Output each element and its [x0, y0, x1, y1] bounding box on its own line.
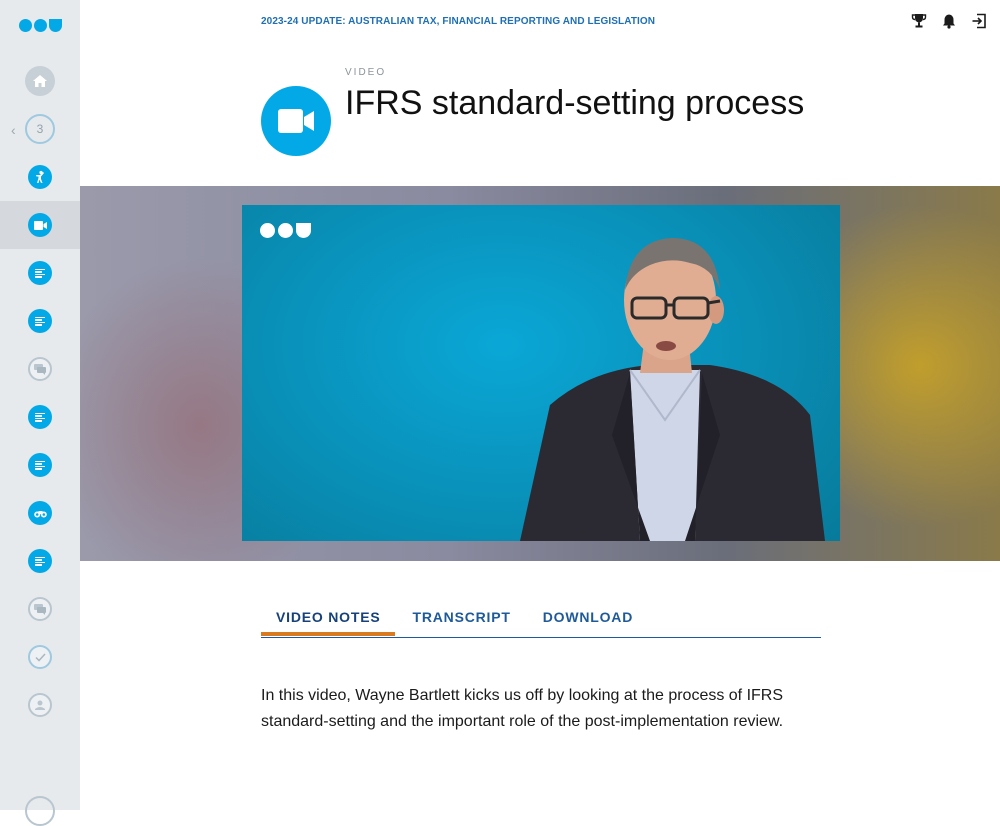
- sidebar-item-document[interactable]: [0, 537, 80, 585]
- brand-logo[interactable]: [19, 19, 63, 35]
- video-camera-icon: [261, 86, 331, 156]
- page-title: IFRS standard-setting process: [345, 84, 805, 122]
- logout-icon[interactable]: [970, 12, 988, 30]
- course-title[interactable]: 2023-24 UPDATE: AUSTRALIAN TAX, FINANCIA…: [261, 16, 655, 27]
- content-tabs: VIDEO NOTES TRANSCRIPT DOWNLOAD: [261, 604, 821, 638]
- video-watermark-logo: [260, 223, 314, 239]
- module-progress-ring-icon: 3: [25, 114, 55, 144]
- trophy-icon[interactable]: [910, 12, 928, 30]
- sidebar-item-binoculars[interactable]: [0, 489, 80, 537]
- content-type-label: VIDEO: [345, 67, 387, 78]
- sidebar-home[interactable]: [0, 57, 80, 105]
- discussion-icon: [28, 597, 52, 621]
- video-section: [80, 186, 1000, 561]
- sidebar-item-activity[interactable]: [0, 153, 80, 201]
- sidebar-item-document[interactable]: [0, 297, 80, 345]
- sidebar-item-video[interactable]: [0, 201, 80, 249]
- certificate-icon: [28, 693, 52, 717]
- document-icon: [28, 309, 52, 333]
- home-icon: [25, 66, 55, 96]
- document-icon: [28, 453, 52, 477]
- sidebar-item-discussion[interactable]: [0, 585, 80, 633]
- sidebar-item-quiz[interactable]: [0, 633, 80, 681]
- tab-transcript[interactable]: TRANSCRIPT: [397, 604, 525, 632]
- bell-icon[interactable]: [940, 12, 958, 30]
- sidebar-item-certificate[interactable]: [0, 681, 80, 729]
- module-number: 3: [36, 122, 44, 136]
- sidebar: ‹ 3: [0, 0, 80, 826]
- activity-icon: [28, 165, 52, 189]
- video-icon: [28, 213, 52, 237]
- presenter-image: [520, 238, 825, 541]
- video-notes-text: In this video, Wayne Bartlett kicks us o…: [261, 687, 784, 730]
- check-icon: [28, 645, 52, 669]
- sidebar-item-document[interactable]: [0, 441, 80, 489]
- video-player[interactable]: [242, 205, 840, 541]
- document-icon: [28, 405, 52, 429]
- tab-video-notes[interactable]: VIDEO NOTES: [261, 604, 396, 636]
- sidebar-item-discussion[interactable]: [0, 345, 80, 393]
- sidebar-expand-button[interactable]: [25, 796, 55, 826]
- sidebar-item-document[interactable]: [0, 249, 80, 297]
- document-icon: [28, 261, 52, 285]
- sidebar-module-progress[interactable]: 3: [0, 105, 80, 153]
- document-icon: [28, 549, 52, 573]
- tab-download[interactable]: DOWNLOAD: [528, 604, 648, 632]
- header-actions: [910, 12, 988, 30]
- sidebar-item-document[interactable]: [0, 393, 80, 441]
- discussion-icon: [28, 357, 52, 381]
- binoculars-icon: [28, 501, 52, 525]
